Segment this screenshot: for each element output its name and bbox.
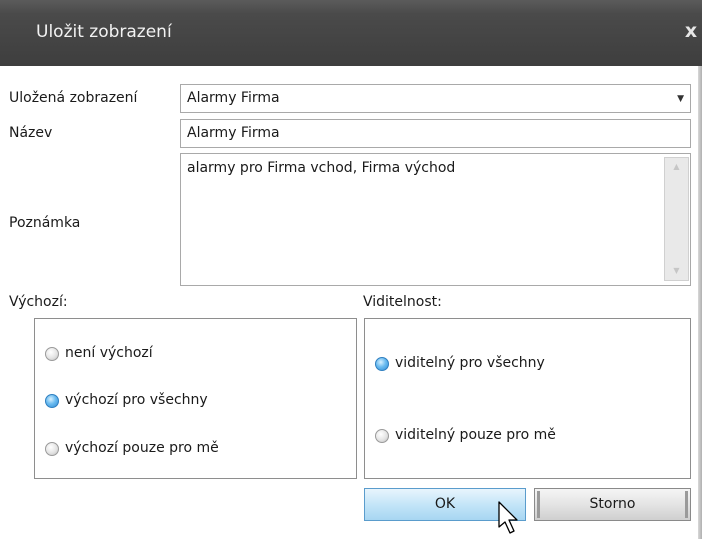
- radio-button-icon[interactable]: [45, 347, 59, 361]
- radio-button-checked-icon[interactable]: [45, 394, 59, 408]
- mouse-pointer-icon: [498, 501, 518, 534]
- saved-views-dropdown[interactable]: Alarmy Firma ▼: [180, 84, 691, 113]
- note-scrollbar[interactable]: ▲ ▼: [664, 157, 689, 281]
- saved-views-label: Uložená zobrazení: [9, 90, 138, 106]
- radio-button-checked-icon[interactable]: [375, 357, 389, 371]
- radio-label: není výchozí: [65, 345, 153, 361]
- radio-label: viditelný pouze pro mě: [395, 427, 556, 443]
- default-group-title: Výchozí:: [9, 294, 68, 310]
- cancel-button[interactable]: Storno: [534, 488, 691, 521]
- visibility-groupbox: viditelný pro všechny viditelný pouze pr…: [364, 318, 691, 479]
- note-value: alarmy pro Firma vchod, Firma východ: [187, 160, 456, 176]
- radio-label: viditelný pro všechny: [395, 355, 545, 371]
- radio-label: výchozí pouze pro mě: [65, 440, 219, 456]
- saved-views-value: Alarmy Firma: [187, 90, 280, 106]
- name-value: Alarmy Firma: [187, 125, 280, 141]
- chevron-down-icon[interactable]: ▼: [677, 85, 684, 112]
- dialog-frame-edge: [698, 66, 702, 539]
- dialog-titlebar: Uložit zobrazení x: [0, 0, 702, 66]
- visibility-group-title: Viditelnost:: [363, 294, 442, 310]
- radio-label: výchozí pro všechny: [65, 392, 208, 408]
- radio-button-icon[interactable]: [375, 429, 389, 443]
- name-label: Název: [9, 125, 53, 141]
- note-textarea[interactable]: alarmy pro Firma vchod, Firma východ ▲ ▼: [180, 153, 691, 286]
- default-groupbox: není výchozí výchozí pro všechny výchozí…: [34, 318, 357, 479]
- scroll-up-icon[interactable]: ▲: [665, 160, 688, 174]
- scroll-down-icon[interactable]: ▼: [665, 264, 688, 278]
- close-icon[interactable]: x: [680, 20, 702, 42]
- radio-button-icon[interactable]: [45, 442, 59, 456]
- dialog-title: Uložit zobrazení: [36, 22, 172, 42]
- name-input[interactable]: Alarmy Firma: [180, 119, 691, 148]
- note-label: Poznámka: [9, 215, 81, 231]
